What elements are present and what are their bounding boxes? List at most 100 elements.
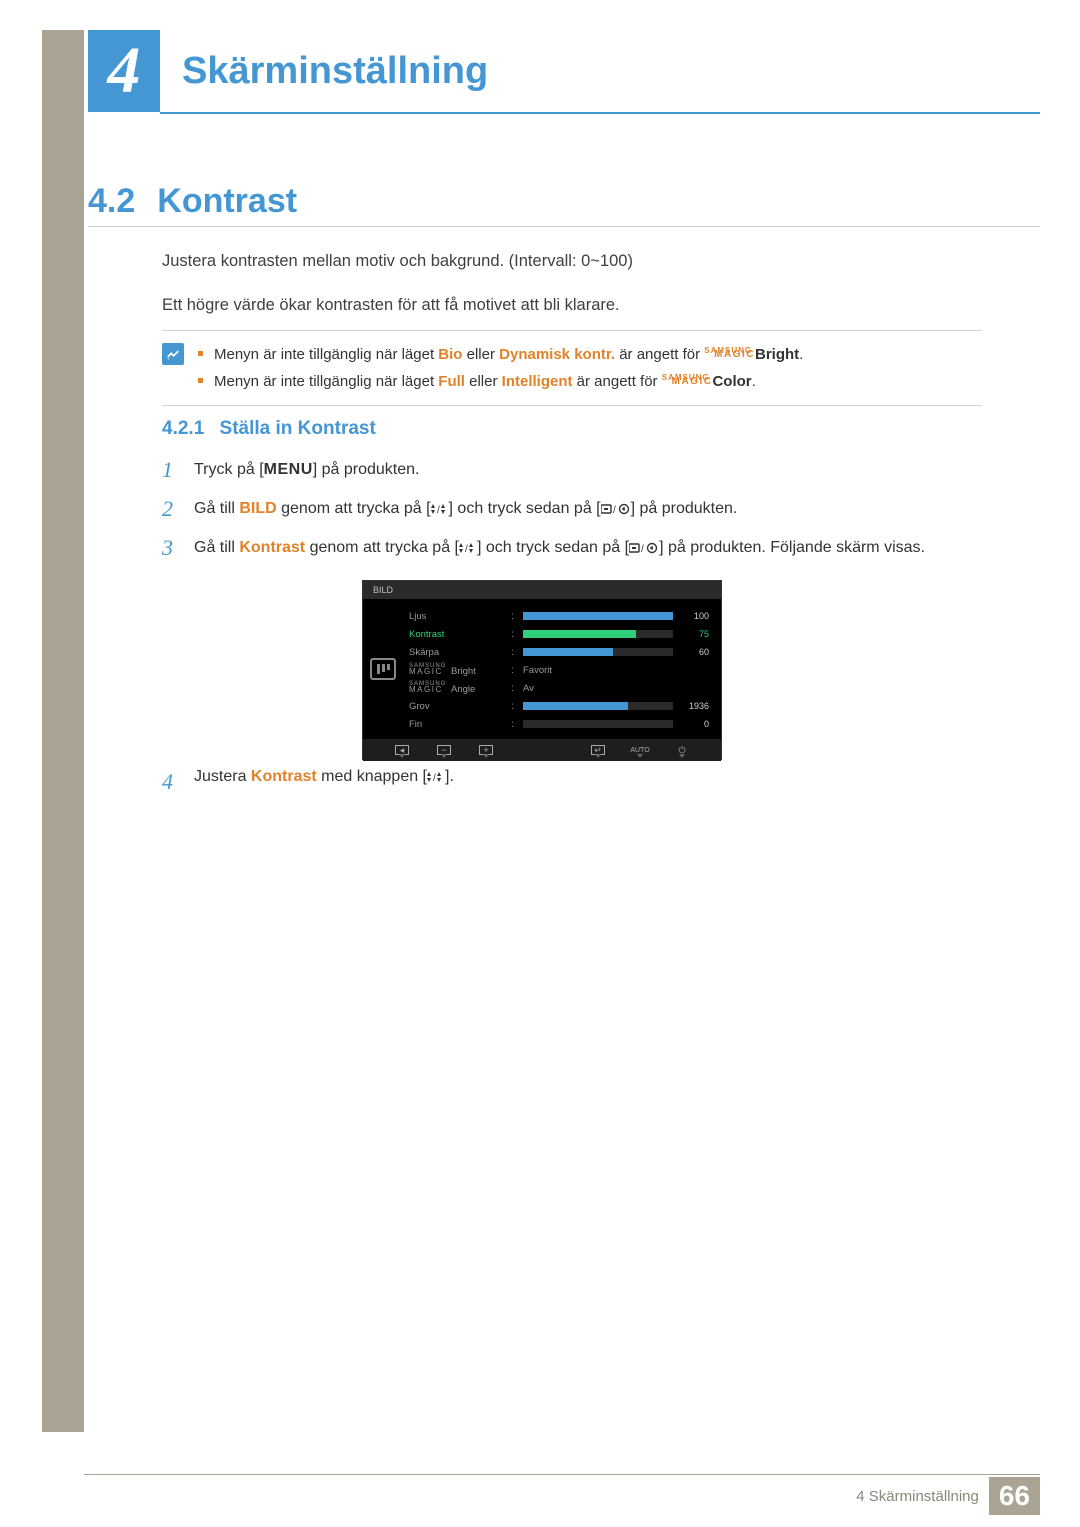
osd-footer: ◂ − + ↵ AUTO ⏻ (363, 739, 721, 761)
text: genom att trycka på [ (277, 500, 431, 517)
osd-slider (523, 612, 673, 620)
text: Gå till (194, 539, 239, 556)
text: är angett för (615, 346, 704, 363)
subsection-title: Ställa in Kontrast (220, 418, 376, 439)
osd-slider (523, 630, 673, 638)
brand-suffix-bright: Bright (755, 346, 799, 363)
osd-label-active: Kontrast (409, 629, 505, 640)
step-text: Tryck på [MENU] på produkten. (194, 456, 982, 485)
up-down-icon: / (431, 497, 449, 524)
section-body: Justera kontrasten mellan motiv och bakg… (162, 250, 982, 338)
up-down-icon: / (427, 770, 445, 788)
chapter-number-badge: 4 (88, 30, 160, 112)
step-text: Gå till BILD genom att trycka på [/] och… (194, 495, 982, 524)
osd-label: SAMSUNGMAGIC Angle (409, 681, 505, 695)
osd-plus-icon: + (465, 743, 507, 757)
source-enter-icon: / (601, 497, 631, 524)
text: ] på produkten. (313, 461, 420, 478)
step-4: 4 Justera Kontrast med knappen [/]. (162, 768, 982, 797)
osd-value: Av (523, 683, 534, 694)
step-text: Gå till Kontrast genom att trycka på [/]… (194, 534, 982, 563)
divider (162, 330, 982, 331)
svg-text:/: / (465, 544, 468, 554)
subsection-heading: 4.2.1 Ställa in Kontrast (162, 418, 376, 440)
text: Gå till (194, 500, 239, 517)
step-2: 2 Gå till BILD genom att trycka på [/] o… (162, 495, 982, 524)
osd-slider (523, 648, 673, 656)
osd-minus-icon: − (423, 743, 465, 757)
note-list: Menyn är inte tillgänglig när läget Bio … (198, 341, 982, 395)
osd-power-icon: ⏻ (661, 743, 703, 757)
osd-back-icon: ◂ (381, 743, 423, 757)
osd-value-active: 75 (679, 629, 709, 639)
text: . (799, 346, 803, 363)
brand-suffix: Angle (451, 684, 475, 695)
step-number: 1 (162, 456, 180, 485)
step-number: 4 (162, 768, 180, 797)
osd-slider (523, 720, 673, 728)
text: genom att trycka på [ (305, 539, 459, 556)
page: 4 Skärminställning 4.2 Kontrast Justera … (0, 0, 1080, 1527)
source-enter-icon: / (629, 536, 659, 563)
text: är angett för (573, 373, 662, 390)
keyword-bild: BILD (239, 500, 276, 517)
steps-list: 1 Tryck på [MENU] på produkten. 2 Gå til… (162, 456, 982, 573)
brand-magic: MAGIC (714, 349, 755, 360)
text: Tryck på [ (194, 461, 264, 478)
osd-value: 60 (679, 647, 709, 657)
osd-row-fin: Fin : 0 (409, 715, 709, 733)
chapter-header: 4 Skärminställning (88, 30, 488, 112)
page-number-badge: 66 (989, 1477, 1040, 1515)
text: . (752, 373, 756, 390)
svg-text:/: / (433, 773, 436, 783)
osd-title: BILD (363, 581, 721, 599)
note-block: Menyn är inte tillgänglig när läget Bio … (162, 330, 982, 406)
note-icon (162, 343, 184, 365)
header-rule (160, 112, 1040, 114)
osd-auto-button: AUTO (619, 743, 661, 757)
text: eller (465, 373, 502, 390)
section-number: 4.2 (88, 182, 135, 221)
text: Menyn är inte tillgänglig när läget (214, 346, 438, 363)
footer-text: 4 Skärminställning (856, 1488, 979, 1505)
step-text: Justera Kontrast med knappen [/]. (194, 768, 982, 797)
step-1: 1 Tryck på [MENU] på produkten. (162, 456, 982, 485)
osd-row-ljus: Ljus : 100 (409, 607, 709, 625)
intro-paragraph-2: Ett högre värde ökar kontrasten för att … (162, 294, 982, 318)
section-heading: 4.2 Kontrast (88, 182, 297, 221)
brand-magic: MAGIC (409, 685, 443, 694)
divider (162, 405, 982, 406)
up-down-icon: / (459, 536, 477, 563)
osd-label: Fin (409, 719, 505, 730)
svg-text:/: / (613, 505, 616, 515)
keyword-kontrast: Kontrast (251, 768, 317, 785)
osd-value: Favorit (523, 665, 552, 676)
subsection-number: 4.2.1 (162, 418, 204, 439)
page-footer: 4 Skärminställning 66 (856, 1477, 1040, 1515)
svg-text:/: / (437, 505, 440, 515)
svg-text:/: / (641, 544, 644, 554)
osd-label: SAMSUNGMAGIC Bright (409, 663, 505, 677)
section-title: Kontrast (157, 182, 297, 221)
osd-row-grov: Grov : 1936 (409, 697, 709, 715)
osd-label: Grov (409, 701, 505, 712)
osd-category-icon (363, 599, 403, 739)
section-underline (88, 226, 1040, 227)
step-number: 3 (162, 534, 180, 563)
text: ] på produkten. (631, 500, 738, 517)
osd-value: 1936 (679, 701, 709, 711)
osd-row-skarpa: Skärpa : 60 (409, 643, 709, 661)
brand-suffix: Bright (451, 666, 476, 677)
step-number: 2 (162, 495, 180, 524)
osd-slider (523, 702, 673, 710)
osd-row-magic-bright: SAMSUNGMAGIC Bright : Favorit (409, 661, 709, 679)
text: ]. (445, 768, 454, 785)
intro-paragraph-1: Justera kontrasten mellan motiv och bakg… (162, 250, 982, 274)
osd-row-magic-angle: SAMSUNGMAGIC Angle : Av (409, 679, 709, 697)
osd-value: 0 (679, 719, 709, 729)
keyword-bio: Bio (438, 346, 462, 363)
footer-rule (84, 1474, 1040, 1475)
text: eller (462, 346, 499, 363)
text: med knappen [ (317, 768, 427, 785)
osd-enter-icon: ↵ (577, 743, 619, 757)
